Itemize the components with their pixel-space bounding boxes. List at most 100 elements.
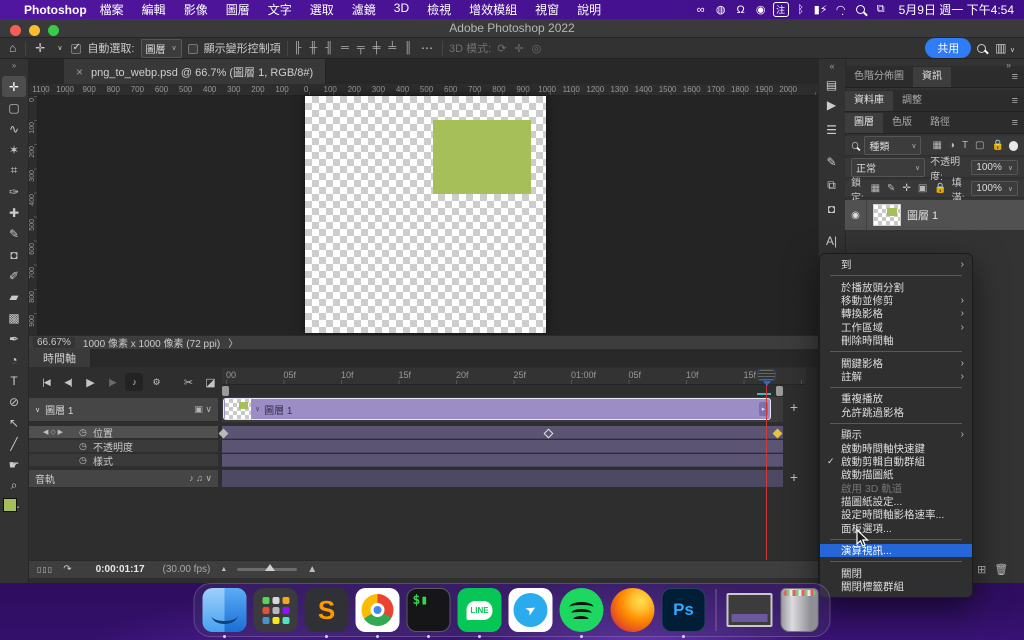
dock-item-photoshop[interactable]: Ps: [662, 588, 706, 632]
history-brush-tool[interactable]: ✐: [2, 265, 26, 286]
panel-tab[interactable]: 資訊: [913, 67, 951, 87]
document-tab[interactable]: × png_to_webp.psd @ 66.7% (圖層 1, RGB/8#): [64, 59, 326, 84]
timeline-tab[interactable]: 時間軸: [29, 349, 90, 367]
show-transform-checkbox[interactable]: [188, 44, 198, 54]
wifi-icon[interactable]: ◠̣: [833, 2, 849, 17]
clone-source-panel-icon[interactable]: ⧉: [818, 178, 845, 193]
menubar-menu-3[interactable]: 圖層: [217, 1, 259, 18]
layer-thumbnail[interactable]: [873, 204, 901, 226]
hand-tool[interactable]: ☛: [2, 454, 26, 475]
eraser-tool[interactable]: ▰: [2, 286, 26, 307]
close-window-button[interactable]: [10, 25, 21, 36]
creative-cloud-icon[interactable]: ∞: [693, 2, 709, 17]
play-button[interactable]: ▶: [81, 373, 99, 391]
crop-tool[interactable]: ⌗: [2, 160, 26, 181]
menubar-menu-9[interactable]: 增效模組: [460, 1, 526, 18]
context-menu-item[interactable]: 設定時間軸影格速率...: [820, 508, 972, 521]
work-area-start-handle[interactable]: [222, 386, 229, 396]
green-rectangle-layer[interactable]: [433, 120, 531, 194]
panel-tab[interactable]: 路徑: [921, 113, 959, 133]
play-status-icon[interactable]: ◉: [753, 2, 769, 17]
property-row-0[interactable]: ◀ ◇ ▶◷位置: [29, 426, 218, 439]
chevron-down-icon[interactable]: ∨: [35, 406, 40, 414]
fill-dropdown[interactable]: 100%∨: [971, 181, 1018, 196]
brush-tool[interactable]: ✎: [2, 223, 26, 244]
input-method-icon[interactable]: 注: [773, 2, 789, 17]
spotlight-icon[interactable]: [853, 2, 869, 17]
split-clip-button[interactable]: ✂: [179, 373, 197, 391]
headphones-icon[interactable]: Ω: [733, 2, 749, 17]
layer-row-selected[interactable]: ◉ 圖層 1: [845, 200, 1024, 230]
app-menu-photoshop[interactable]: Photoshop: [24, 3, 87, 17]
dock-item-minimized-window[interactable]: [727, 588, 771, 632]
align-icon[interactable]: ╧: [388, 42, 396, 54]
delete-layer-icon[interactable]: 🗑: [994, 563, 1008, 576]
expand-panels-icon[interactable]: «: [819, 59, 845, 73]
panel-tab[interactable]: 色階分佈圖: [845, 67, 913, 87]
timeline-ruler[interactable]: 0005f10f15f20f25f01:00f05f10f15f: [222, 368, 806, 385]
style-keyframe-track[interactable]: [222, 454, 783, 467]
audio-track-icons[interactable]: ♪ ♫ ∨: [189, 473, 212, 484]
minimize-window-button[interactable]: [29, 25, 40, 36]
lock-type-icon[interactable]: ▦: [871, 183, 880, 194]
menubar-menu-10[interactable]: 視窗: [526, 1, 568, 18]
transition-button[interactable]: ◪: [201, 373, 219, 391]
panel-tab[interactable]: 圖層: [845, 113, 883, 133]
line-tool[interactable]: ╱: [2, 433, 26, 454]
dodge-tool[interactable]: ◔: [2, 349, 26, 370]
menubar-menu-7[interactable]: 3D: [385, 1, 418, 18]
audio-track-strip[interactable]: [222, 470, 783, 487]
eyedropper-tool[interactable]: ✑: [2, 181, 26, 202]
work-area-end-handle[interactable]: [776, 386, 783, 396]
audio-toggle-button[interactable]: ♪: [125, 373, 143, 391]
menubar-clock[interactable]: 5月9日 週一 下午4:54: [899, 1, 1014, 18]
zoom-out-timeline-icon[interactable]: ▲: [220, 566, 227, 573]
auto-select-checkbox[interactable]: [71, 44, 81, 54]
align-icon[interactable]: ╤: [357, 42, 365, 54]
panel-tab[interactable]: 調整: [893, 91, 931, 111]
stopwatch-icon[interactable]: ◷: [79, 441, 93, 452]
timeline-zoom-slider[interactable]: [237, 568, 297, 571]
stopwatch-icon[interactable]: ◷: [79, 427, 93, 438]
layer-filter-dropdown[interactable]: 種類∨: [864, 136, 921, 155]
zoom-tool[interactable]: ⌕: [2, 475, 26, 496]
context-menu-item[interactable]: 啟動時間軸快速鍵: [820, 441, 972, 454]
dock-item-line[interactable]: LINE: [458, 588, 502, 632]
dock-item-terminal[interactable]: $▮: [407, 588, 451, 632]
next-frame-button[interactable]: |▶: [103, 373, 121, 391]
new-layer-icon[interactable]: ⊞: [977, 563, 986, 576]
dock-item-firefox[interactable]: [611, 588, 655, 632]
context-menu-item[interactable]: 到›: [820, 258, 972, 271]
menubar-menu-5[interactable]: 選取: [301, 1, 343, 18]
chevron-down-icon[interactable]: ∨: [255, 405, 260, 413]
align-icon[interactable]: ╫: [309, 42, 317, 54]
previous-frame-button[interactable]: ◀|: [59, 373, 77, 391]
line-status-icon[interactable]: ◍: [713, 2, 729, 17]
context-menu-item[interactable]: 允許跳過影格: [820, 406, 972, 419]
menubar-menu-0[interactable]: 檔案: [91, 1, 133, 18]
context-menu-item[interactable]: 關閉標籤群組: [820, 580, 972, 593]
menubar-menu-1[interactable]: 編輯: [133, 1, 175, 18]
move-tool[interactable]: ✛: [2, 76, 26, 97]
align-icon[interactable]: ╪: [373, 42, 381, 54]
dock-item-launchpad[interactable]: [254, 588, 298, 632]
panel-menu-icon[interactable]: ≡: [1006, 67, 1024, 87]
keyframe-nav[interactable]: ◀ ◇ ▶: [43, 428, 79, 436]
context-menu-item[interactable]: 關鍵影格›: [820, 356, 972, 369]
menubar-menu-11[interactable]: 說明: [568, 1, 610, 18]
magic-wand-tool[interactable]: ✶: [2, 139, 26, 160]
align-icon[interactable]: ╢: [325, 42, 333, 54]
annotation-tool[interactable]: ⊘: [2, 391, 26, 412]
collapse-tools-icon[interactable]: »: [0, 59, 28, 70]
context-menu-item[interactable]: 工作區域›: [820, 321, 972, 334]
context-menu-item[interactable]: ✓啟動剪輯自動群組: [820, 455, 972, 468]
foreground-color-swatch[interactable]: [3, 498, 17, 512]
position-keyframe-track[interactable]: [222, 426, 783, 439]
dock-item-finder[interactable]: [203, 588, 247, 632]
context-menu-item[interactable]: 註解›: [820, 370, 972, 383]
healing-brush-tool[interactable]: ✚: [2, 202, 26, 223]
auto-select-dropdown[interactable]: 圖層∨: [141, 39, 182, 58]
slider-thumb[interactable]: [265, 564, 275, 571]
move-tool-icon[interactable]: ✛: [32, 41, 48, 55]
layer-visibility-eye-icon[interactable]: ◉: [845, 200, 867, 230]
